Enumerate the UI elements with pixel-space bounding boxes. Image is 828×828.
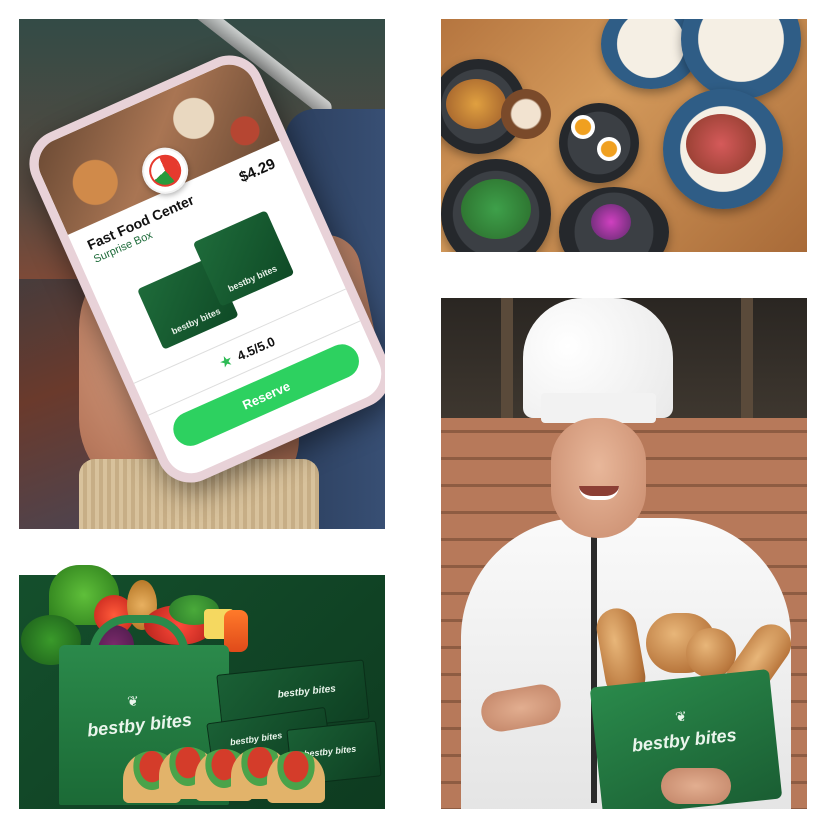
salad	[461, 179, 531, 239]
window-frame	[501, 298, 513, 418]
egg	[597, 137, 621, 161]
bag-logo: bestby bites	[630, 724, 738, 756]
hand	[661, 768, 731, 804]
food	[686, 114, 756, 174]
flower-garnish	[591, 204, 631, 240]
box-logo: bestby bites	[226, 263, 279, 294]
leaf-icon: ❦	[127, 693, 139, 709]
window-frame	[741, 298, 753, 418]
juice-bottle	[224, 610, 248, 652]
photo-chef-with-bread: ❦ bestby bites	[441, 298, 807, 809]
box-logo: bestby bites	[169, 305, 223, 337]
jacket-trim	[591, 533, 597, 803]
taco	[267, 751, 325, 803]
photo-grocery-bag: ❦ bestby bites bestby bites bestby bites…	[19, 565, 385, 809]
watermelon-icon	[144, 149, 187, 192]
box-logo: bestby bites	[277, 683, 337, 701]
food	[446, 79, 506, 129]
leaf-icon: ❦	[674, 707, 688, 725]
price: $4.29	[236, 155, 278, 187]
coffee-cup	[501, 89, 551, 139]
photo-breakfast-table	[441, 19, 807, 252]
rating-value: 4.5/5.0	[234, 333, 278, 364]
chef-face	[551, 418, 646, 538]
plate	[681, 19, 801, 99]
egg	[571, 115, 595, 139]
star-icon: ★	[216, 351, 236, 373]
box-logo: bestby bites	[229, 730, 283, 748]
photo-phone-in-hand: Fast Food Center Surprise Box $4.29 best…	[19, 19, 385, 529]
bag-logo: bestby bites	[86, 709, 193, 741]
